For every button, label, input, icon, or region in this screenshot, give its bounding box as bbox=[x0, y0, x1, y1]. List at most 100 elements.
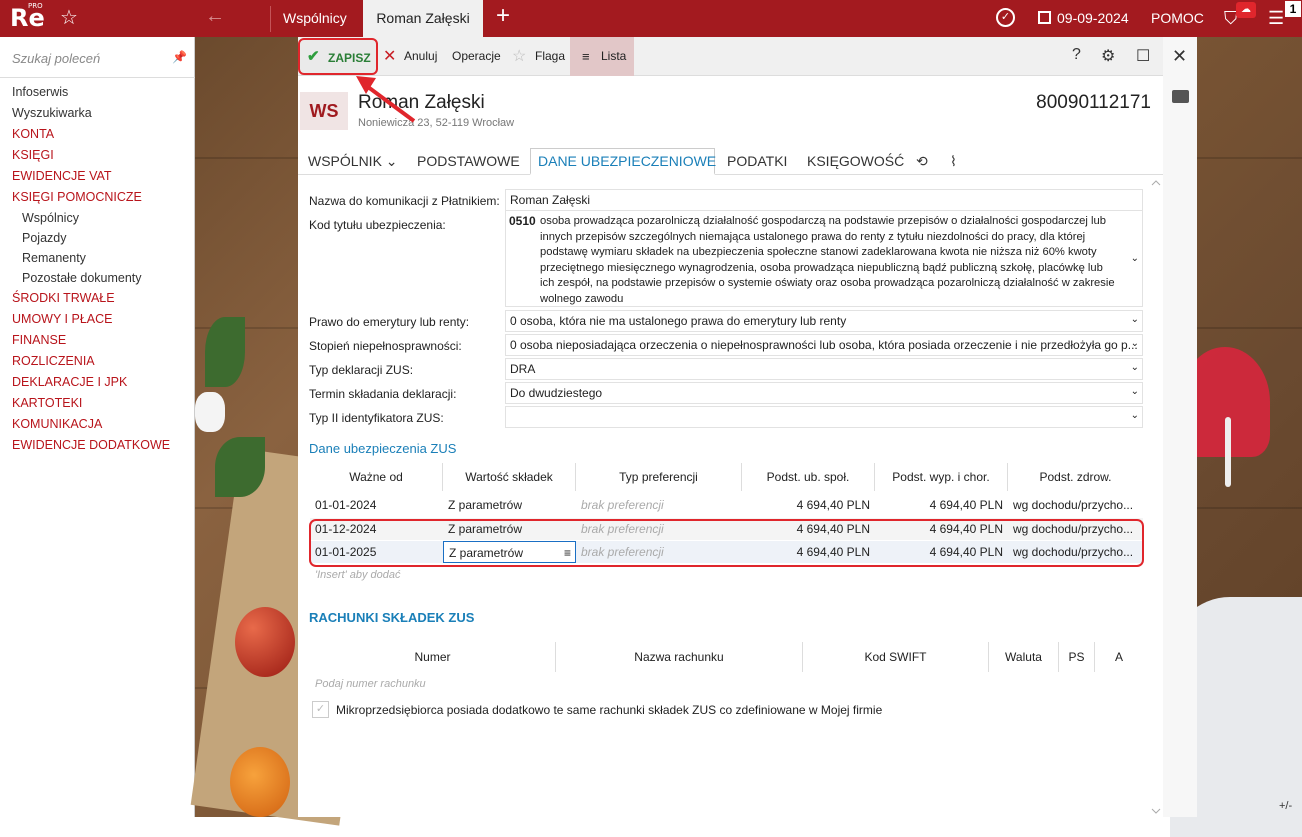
back-arrow-icon[interactable]: ← bbox=[205, 5, 225, 28]
tab-roman-zaleski[interactable]: Roman Załęski bbox=[363, 0, 483, 37]
prawo-label: Prawo do emerytury lub renty: bbox=[309, 315, 470, 329]
account-number-input[interactable]: Podaj numer rachunku bbox=[310, 674, 556, 696]
record-nip: 80090112171 bbox=[1036, 92, 1151, 113]
col-header-numer[interactable]: Numer bbox=[310, 642, 556, 672]
col-header-wartosc[interactable]: Wartość składek bbox=[443, 463, 576, 491]
flag-button[interactable]: Flaga bbox=[535, 49, 565, 63]
vertical-scrollbar[interactable] bbox=[1151, 178, 1161, 818]
sidebar-item-ksiegi[interactable]: KSIĘGI bbox=[12, 145, 170, 166]
insert-hint-row[interactable]: 'Insert' aby dodać bbox=[310, 564, 443, 586]
sidebar: Szukaj poleceń 📌 Infoserwis Wyszukiwarka… bbox=[0, 37, 195, 817]
gear-icon[interactable]: ⚙ bbox=[1101, 46, 1115, 66]
apricot-decoration bbox=[230, 747, 290, 817]
help-link[interactable]: POMOC bbox=[1151, 10, 1204, 26]
side-panel-strip bbox=[1163, 37, 1197, 817]
toolbar: ✔ ZAPISZ ✕ Anuluj Operacje ☆ Flaga ≡ Lis… bbox=[298, 37, 1187, 76]
typdek-select[interactable]: DRA ⌄ bbox=[505, 358, 1143, 380]
attachment-icon[interactable]: ⌇ bbox=[950, 153, 957, 170]
sidebar-item-remanenty[interactable]: Remanenty bbox=[12, 248, 170, 268]
check-circle-icon[interactable]: ✓ bbox=[996, 8, 1015, 27]
col-header-podst-chor[interactable]: Podst. wyp. i chor. bbox=[875, 463, 1008, 491]
favorite-star-icon[interactable]: ☆ bbox=[60, 5, 78, 30]
list-icon: ≡ bbox=[582, 49, 590, 64]
cancel-button[interactable]: Anuluj bbox=[404, 49, 437, 63]
pin-icon[interactable]: 📌 bbox=[172, 50, 187, 64]
stopien-select[interactable]: 0 osoba nieposiadająca orzeczenia o niep… bbox=[505, 334, 1143, 356]
termin-label: Termin składania deklaracji: bbox=[309, 387, 457, 401]
typid-label: Typ II identyfikatora ZUS: bbox=[309, 411, 444, 425]
sidebar-item-umowy-place[interactable]: UMOWY I PŁACE bbox=[12, 309, 170, 330]
sidebar-item-deklaracje[interactable]: DEKLARACJE I JPK bbox=[12, 372, 170, 393]
pointer-arrow-annotation bbox=[356, 76, 416, 123]
close-icon[interactable]: ✕ bbox=[1172, 46, 1187, 67]
list-button[interactable]: ≡ Lista bbox=[570, 37, 634, 76]
fruit-decoration bbox=[235, 607, 295, 677]
tab-ksiegowosc[interactable]: KSIĘGOWOŚĆ bbox=[807, 153, 904, 169]
sidebar-item-ewidencje-dodatkowe[interactable]: EWIDENCJE DODATKOWE bbox=[12, 435, 170, 456]
sidebar-item-pozostale[interactable]: Pozostałe dokumenty bbox=[12, 268, 170, 288]
cell-amount: 4 694,40 PLN bbox=[796, 498, 870, 512]
zoom-control[interactable]: +/- bbox=[1279, 800, 1292, 812]
typid-select[interactable]: ⌄ bbox=[505, 406, 1143, 428]
col-header-podst-zdrow[interactable]: Podst. zdrow. bbox=[1008, 463, 1143, 491]
sidebar-item-wyszukiwarka[interactable]: Wyszukiwarka bbox=[12, 103, 170, 124]
col-header-a[interactable]: A bbox=[1095, 642, 1143, 672]
sidebar-item-kartoteki[interactable]: KARTOTEKI bbox=[12, 393, 170, 414]
tab-podatki[interactable]: PODATKI bbox=[727, 153, 787, 169]
insert-hint: 'Insert' aby dodać bbox=[315, 569, 401, 581]
sidebar-item-komunikacja[interactable]: KOMUNIKACJA bbox=[12, 414, 170, 435]
history-icon[interactable]: ⟲ bbox=[916, 153, 928, 170]
prawo-select[interactable]: 0 osoba, która nie ma ustalonego prawa d… bbox=[505, 310, 1143, 332]
cell-date: 01-01-2024 bbox=[315, 498, 377, 512]
maximize-icon[interactable]: ☐ bbox=[1136, 46, 1150, 66]
col-header-waluta[interactable]: Waluta bbox=[989, 642, 1059, 672]
cell-value: Z parametrów bbox=[448, 498, 523, 512]
record-panel: ✔ ZAPISZ ✕ Anuluj Operacje ☆ Flaga ≡ Lis… bbox=[298, 37, 1187, 818]
add-tab-icon[interactable]: + bbox=[496, 2, 510, 30]
cloud-off-icon[interactable]: ☁ bbox=[1236, 2, 1256, 18]
sidebar-item-infoserwis[interactable]: Infoserwis bbox=[12, 82, 170, 103]
kod-description: osoba prowadząca pozarolniczą działalnoś… bbox=[540, 215, 1115, 305]
col-header-wazne-od[interactable]: Ważne od bbox=[310, 463, 443, 491]
sidebar-item-ksiegi-pomocnicze[interactable]: KSIĘGI POMOCNICZE bbox=[12, 187, 170, 208]
sidebar-item-finanse[interactable]: FINANSE bbox=[12, 330, 170, 351]
search-input[interactable]: Szukaj poleceń bbox=[12, 51, 100, 66]
sidebar-item-pojazdy[interactable]: Pojazdy bbox=[12, 228, 170, 248]
kod-label: Kod tytułu ubezpieczenia: bbox=[309, 218, 446, 232]
tab-wspolnicy[interactable]: Wspólnicy bbox=[283, 0, 347, 37]
col-header-podst-spol[interactable]: Podst. ub. społ. bbox=[742, 463, 875, 491]
chevron-down-icon: ⌄ bbox=[1130, 386, 1139, 397]
logo-badge: PRO bbox=[28, 2, 43, 10]
nazwa-label: Nazwa do komunikacji z Płatnikiem: bbox=[309, 194, 500, 208]
flag-star-icon: ☆ bbox=[512, 48, 527, 65]
sidebar-item-wspolnicy[interactable]: Wspólnicy bbox=[12, 208, 170, 228]
sidebar-item-ewidencje-vat[interactable]: EWIDENCJE VAT bbox=[12, 166, 170, 187]
mikro-checkbox[interactable]: ✓ bbox=[312, 701, 329, 718]
comment-icon[interactable] bbox=[1172, 90, 1189, 103]
nazwa-field[interactable]: Roman Załęski bbox=[505, 189, 1143, 211]
accounts-grid-header: Numer Nazwa rachunku Kod SWIFT Waluta PS… bbox=[310, 642, 1143, 672]
calendar-icon[interactable] bbox=[1038, 11, 1051, 24]
col-header-swift[interactable]: Kod SWIFT bbox=[803, 642, 989, 672]
current-date[interactable]: 09-09-2024 bbox=[1057, 10, 1129, 26]
hamburger-menu-icon[interactable]: ☰ bbox=[1268, 8, 1284, 29]
table-row[interactable]: 01-01-2024 Z parametrów brak preferencji… bbox=[310, 494, 1143, 516]
help-icon[interactable]: ? bbox=[1072, 46, 1081, 64]
col-header-nazwa[interactable]: Nazwa rachunku bbox=[556, 642, 803, 672]
sidebar-nav: Infoserwis Wyszukiwarka KONTA KSIĘGI EWI… bbox=[12, 82, 170, 456]
record-tabs: WSPÓLNIK ⌄ PODSTAWOWE DANE UBEZPIECZENIO… bbox=[298, 148, 1163, 175]
sidebar-item-srodki-trwale[interactable]: ŚRODKI TRWAŁE bbox=[12, 288, 170, 309]
typdek-label: Typ deklaracji ZUS: bbox=[309, 363, 414, 377]
sidebar-item-konta[interactable]: KONTA bbox=[12, 124, 170, 145]
sidebar-item-rozliczenia[interactable]: ROZLICZENIA bbox=[12, 351, 170, 372]
leaf-decoration bbox=[215, 437, 265, 497]
tab-podstawowe[interactable]: PODSTAWOWE bbox=[417, 153, 520, 169]
col-header-ps[interactable]: PS bbox=[1059, 642, 1095, 672]
tab-wspolnik[interactable]: WSPÓLNIK ⌄ bbox=[308, 153, 398, 170]
app-logo[interactable]: Re PRO bbox=[10, 2, 45, 32]
col-header-typ-pref[interactable]: Typ preferencji bbox=[576, 463, 742, 491]
tab-dane-ubezpieczeniowe[interactable]: DANE UBEZPIECZENIOWE bbox=[538, 153, 716, 169]
operations-button[interactable]: Operacje bbox=[452, 49, 501, 63]
kod-tytulu-select[interactable]: 0510 osoba prowadząca pozarolniczą dział… bbox=[505, 210, 1143, 307]
termin-select[interactable]: Do dwudziestego ⌄ bbox=[505, 382, 1143, 404]
